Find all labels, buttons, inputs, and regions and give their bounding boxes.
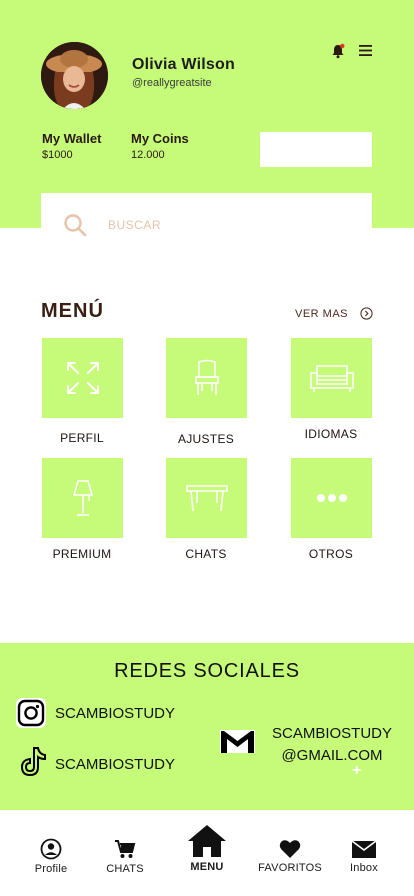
- menu-tile-premium[interactable]: [42, 458, 123, 538]
- coins-label: My Coins: [131, 131, 189, 146]
- menu-tile-otros[interactable]: [291, 458, 372, 538]
- menu-label-otros: OTROS: [308, 547, 354, 561]
- nav-label-chats: CHATS: [106, 863, 144, 875]
- nav-item-inbox[interactable]: Inbox: [343, 840, 385, 874]
- instagram-icon[interactable]: [15, 697, 47, 729]
- coins-value: 12.000: [131, 149, 165, 161]
- nav-item-menu[interactable]: MENU: [183, 824, 231, 873]
- header-action-button[interactable]: [260, 132, 372, 167]
- user-handle: @reallygreatsite: [132, 77, 212, 89]
- chair-icon: [194, 359, 219, 395]
- nav-item-chats[interactable]: CHATS: [100, 838, 150, 875]
- menu-label-idiomas: IDIOMAS: [304, 427, 358, 441]
- menu-tile-chats[interactable]: [166, 458, 247, 538]
- home-icon: [188, 825, 226, 857]
- instagram-handle[interactable]: SCAMBIOSTUDY: [55, 705, 175, 722]
- envelope-icon: [351, 840, 377, 858]
- email-address[interactable]: SCAMBIOSTUDY @GMAIL.COM: [262, 723, 402, 767]
- bottom-navigation: Profile CHATS MENU FAVORITOS Inbox: [0, 810, 414, 896]
- search-input[interactable]: BUSCAR: [41, 193, 372, 257]
- menu-label-chats: CHATS: [185, 547, 227, 561]
- menu-label-premium: PREMIUM: [52, 547, 112, 561]
- table-icon: [185, 485, 228, 512]
- search-placeholder: BUSCAR: [108, 218, 162, 232]
- heart-icon: [279, 840, 301, 858]
- plus-mark: +: [352, 762, 362, 779]
- nav-label-inbox: Inbox: [350, 862, 378, 874]
- tiktok-icon[interactable]: [17, 745, 49, 778]
- cart-icon: [115, 840, 136, 858]
- email-line-1: SCAMBIOSTUDY: [271, 725, 392, 742]
- nav-item-profile[interactable]: Profile: [29, 838, 73, 875]
- hamburger-menu-icon[interactable]: [358, 44, 373, 57]
- sofa-icon: [309, 365, 354, 392]
- social-title: REDES SOCIALES: [114, 660, 300, 682]
- search-icon: [64, 214, 87, 237]
- avatar[interactable]: [41, 42, 108, 109]
- user-name: Olivia Wilson: [132, 56, 235, 73]
- notification-bell-icon[interactable]: [330, 43, 346, 59]
- menu-tile-perfil[interactable]: [42, 338, 123, 418]
- menu-title: MENÚ: [41, 300, 104, 322]
- nav-label-profile: Profile: [34, 863, 68, 875]
- expand-arrows-icon: [66, 362, 99, 394]
- more-dots-icon: [316, 494, 347, 502]
- lamp-icon: [72, 480, 93, 516]
- wallet-label: My Wallet: [42, 131, 102, 146]
- menu-tile-ajustes[interactable]: [166, 338, 247, 418]
- user-icon: [40, 838, 62, 860]
- tiktok-handle[interactable]: SCAMBIOSTUDY: [55, 756, 175, 773]
- wallet-value: $1000: [42, 149, 73, 161]
- menu-label-perfil: PERFIL: [60, 431, 104, 445]
- menu-label-ajustes: AJUSTES: [177, 432, 235, 446]
- nav-item-favoritos[interactable]: FAVORITOS: [252, 839, 328, 874]
- email-line-2: @GMAIL.COM: [281, 747, 383, 764]
- see-more-link[interactable]: VER MAS: [295, 308, 348, 320]
- social-section: REDES SOCIALES SCAMBIOSTUDY SCAMBIOSTUDY…: [0, 643, 414, 810]
- gmail-icon[interactable]: [219, 728, 256, 755]
- menu-tile-idiomas[interactable]: [291, 338, 372, 418]
- nav-label-favoritos: FAVORITOS: [258, 862, 322, 874]
- chevron-right-circle-icon[interactable]: [360, 307, 373, 320]
- nav-label-menu: MENU: [190, 861, 224, 873]
